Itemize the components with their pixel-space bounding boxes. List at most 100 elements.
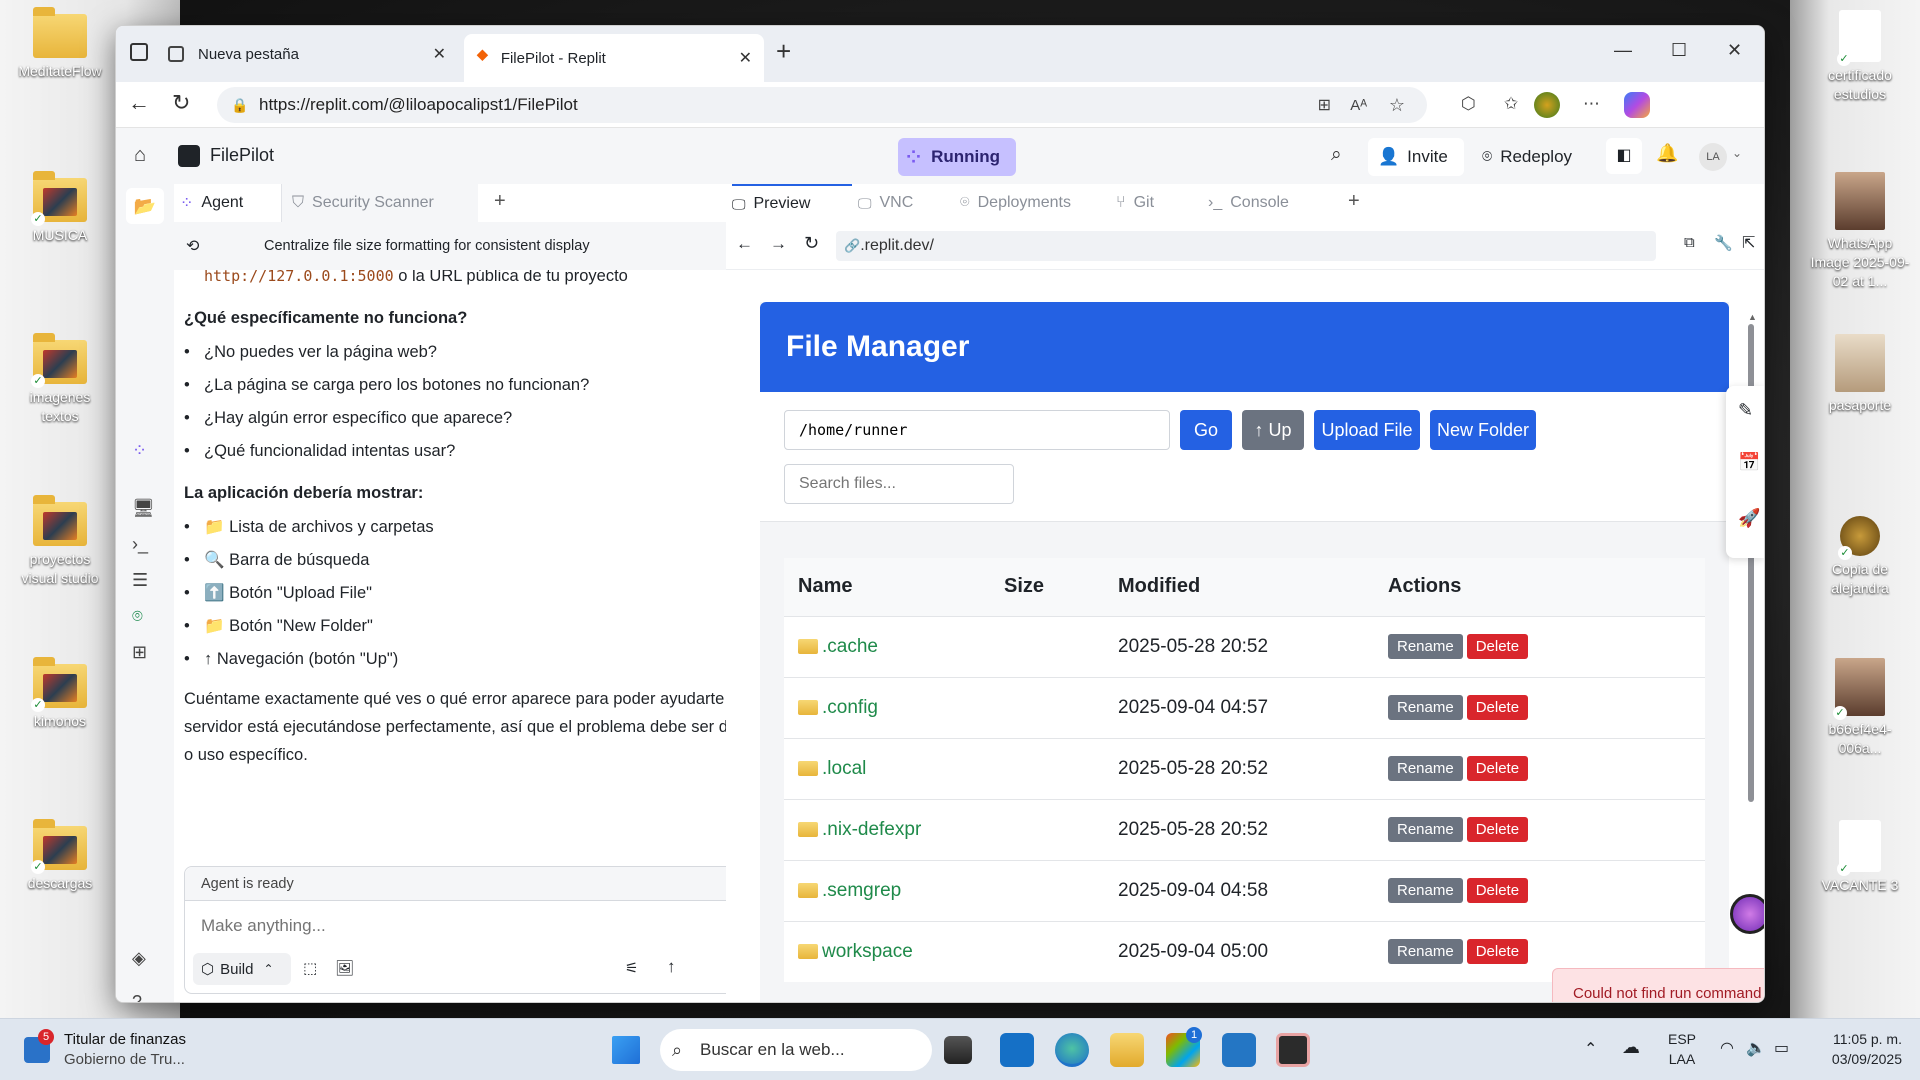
taskbar-search[interactable]: ⌕ Buscar en la web... <box>660 1029 932 1071</box>
rename-button[interactable]: Rename <box>1388 634 1463 659</box>
task-view-icon[interactable] <box>944 1036 972 1064</box>
deployments-icon[interactable]: ⌾ <box>132 606 143 627</box>
extensions-icon[interactable]: ⬡ <box>1461 94 1476 114</box>
send-arrow-icon[interactable]: ↑ <box>667 957 676 977</box>
panel-toggle-icon[interactable]: ◧ <box>1606 138 1642 174</box>
delete-button[interactable]: Delete <box>1466 939 1529 965</box>
refresh-icon[interactable]: ↻ <box>804 233 819 254</box>
search-input[interactable] <box>784 464 1014 504</box>
favorites-icon[interactable]: ✩ <box>1504 94 1518 114</box>
file-name-link[interactable]: .config <box>822 697 878 719</box>
language-indicator[interactable]: ESP LAA <box>1668 1029 1696 1069</box>
desktop-icon[interactable]: WhatsApp Image 2025-09-02 at 1... <box>1810 172 1910 291</box>
file-explorer-icon[interactable] <box>1110 1033 1144 1067</box>
tab-deployments[interactable]: ⌾ Deployments <box>960 184 1110 222</box>
table-row[interactable]: .config 2025-09-04 04:57 Rename Delete <box>784 676 1705 738</box>
calendar-icon[interactable]: 📅 <box>1738 452 1760 473</box>
assistant-orb-icon[interactable] <box>1730 894 1764 934</box>
desktop-icon[interactable]: MeditateFlow <box>10 7 110 81</box>
search-icon[interactable]: ⌕ <box>1331 144 1342 166</box>
history-icon[interactable]: ⟲ <box>186 236 199 256</box>
desktop-icon[interactable]: ✓ b66ef4e4-006a... <box>1810 658 1910 758</box>
desktop-icon[interactable]: ✓ descargas <box>10 819 110 893</box>
favorite-star-icon[interactable]: ☆ <box>1389 95 1405 116</box>
open-new-tab-icon[interactable]: ⇱ <box>1742 233 1755 253</box>
outlook-icon[interactable] <box>1000 1033 1034 1067</box>
back-icon[interactable]: ← <box>128 90 150 116</box>
file-name-link[interactable]: .local <box>822 758 866 780</box>
build-mode-button[interactable]: ⬡ Build ⌃ <box>193 953 291 985</box>
file-name-link[interactable]: .semgrep <box>822 880 901 902</box>
close-window-icon[interactable]: ✕ <box>1727 40 1742 61</box>
battery-icon[interactable]: ▭ <box>1774 1038 1789 1058</box>
tab-new-tab[interactable]: Nueva pestaña ✕ <box>156 34 458 74</box>
windows-start-icon[interactable] <box>612 1036 640 1064</box>
minimize-icon[interactable]: — <box>1614 40 1632 61</box>
desktop-icon[interactable]: ✓ certificado estudios <box>1810 10 1910 104</box>
rename-button[interactable]: Rename <box>1388 939 1463 965</box>
add-tab-icon[interactable]: + <box>494 190 506 213</box>
table-row[interactable]: .local 2025-05-28 20:52 Rename Delete <box>784 737 1705 799</box>
desktop-icon[interactable]: ✓ Copia de alejandra <box>1810 516 1910 598</box>
rename-button[interactable]: Rename <box>1388 878 1463 903</box>
edit-icon[interactable]: ✎ <box>1738 400 1753 421</box>
files-icon[interactable]: 📂 <box>126 188 164 224</box>
show-hidden-icons[interactable]: ⌃ <box>1584 1039 1597 1059</box>
project-name[interactable]: FilePilot <box>210 145 274 166</box>
rocket-icon[interactable]: 🚀 <box>1738 508 1760 529</box>
file-name-link[interactable]: workspace <box>822 941 913 963</box>
upload-file-button[interactable]: Upload File <box>1314 410 1420 450</box>
chevron-down-icon[interactable]: ⌄ <box>1732 146 1742 160</box>
tab-agent[interactable]: ⁘ Agent <box>174 184 282 222</box>
select-element-icon[interactable]: ⬚ <box>303 959 317 977</box>
desktop-icon[interactable]: ✓ MUSICA <box>10 171 110 245</box>
desktop-icon[interactable]: ✓ VACANTE 3 <box>1810 820 1910 895</box>
app-icon[interactable]: ⊞ <box>1318 95 1331 115</box>
help-icon[interactable]: ? <box>132 992 142 1002</box>
terminal-icon[interactable] <box>1276 1033 1310 1067</box>
close-icon[interactable]: ✕ <box>739 48 752 68</box>
delete-button[interactable]: Delete <box>1466 756 1529 781</box>
devices-icon[interactable]: ⧉ <box>1684 234 1695 251</box>
forward-icon[interactable]: → <box>770 234 787 254</box>
wifi-icon[interactable]: ◠ <box>1720 1038 1734 1058</box>
onedrive-icon[interactable]: ☁ <box>1622 1037 1640 1058</box>
address-bar[interactable]: 🔒 https://replit.com/@liloapocalipst1/Fi… <box>217 87 1427 123</box>
settings-sliders-icon[interactable]: ⚟ <box>625 959 638 977</box>
apps-grid-icon[interactable]: ⊞ <box>132 642 147 663</box>
go-button[interactable]: Go <box>1180 410 1232 450</box>
theme-icon[interactable]: ◈ <box>132 948 146 969</box>
new-folder-button[interactable]: New Folder <box>1430 410 1536 450</box>
maximize-icon[interactable]: ☐ <box>1671 40 1687 61</box>
home-icon[interactable]: ⌂ <box>134 144 146 167</box>
table-row[interactable]: .semgrep 2025-09-04 04:58 Rename Delete <box>784 859 1705 921</box>
tab-security-scanner[interactable]: ⛉ Security Scanner <box>282 184 478 222</box>
desktop-icon[interactable]: pasaporte <box>1810 334 1910 415</box>
tab-console[interactable]: ›_ Console <box>1208 184 1318 222</box>
agent-icon[interactable]: ⁘ <box>132 440 147 461</box>
database-icon[interactable]: ☰ <box>132 570 148 591</box>
up-button[interactable]: ↑ Up <box>1242 410 1304 450</box>
profile-avatar[interactable] <box>1534 92 1560 118</box>
read-aloud-icon[interactable]: Aᴬ <box>1350 97 1367 114</box>
run-status-button[interactable]: ⁘ Running <box>898 138 1016 176</box>
delete-button[interactable]: Delete <box>1466 817 1529 842</box>
devtools-icon[interactable]: 🔧 <box>1714 234 1733 252</box>
news-widget[interactable]: 5 Titular de finanzas Gobierno de Tru... <box>24 1027 224 1073</box>
avatar[interactable]: LA <box>1699 143 1727 171</box>
file-name-link[interactable]: .cache <box>822 636 878 658</box>
vscode-icon[interactable] <box>1222 1033 1256 1067</box>
desktop-icon[interactable]: ✓ imagenes textos <box>10 333 110 426</box>
tab-actions-icon[interactable] <box>130 43 148 61</box>
delete-button[interactable]: Delete <box>1466 695 1529 720</box>
tab-filepilot[interactable]: ⯁ FilePilot - Replit ✕ <box>464 34 764 82</box>
tab-preview[interactable]: 🖵 Preview <box>732 184 852 222</box>
path-input[interactable] <box>784 410 1170 450</box>
scroll-up-icon[interactable]: ▲ <box>1748 312 1757 322</box>
delete-button[interactable]: Delete <box>1466 634 1529 659</box>
console-icon[interactable]: ›_ <box>132 534 148 555</box>
agent-prompt-input[interactable] <box>201 911 681 941</box>
file-name-link[interactable]: .nix-defexpr <box>822 819 921 841</box>
preview-url-input[interactable]: 🔗.replit.dev/ <box>836 231 1656 261</box>
invite-button[interactable]: 👤 Invite <box>1368 138 1464 176</box>
